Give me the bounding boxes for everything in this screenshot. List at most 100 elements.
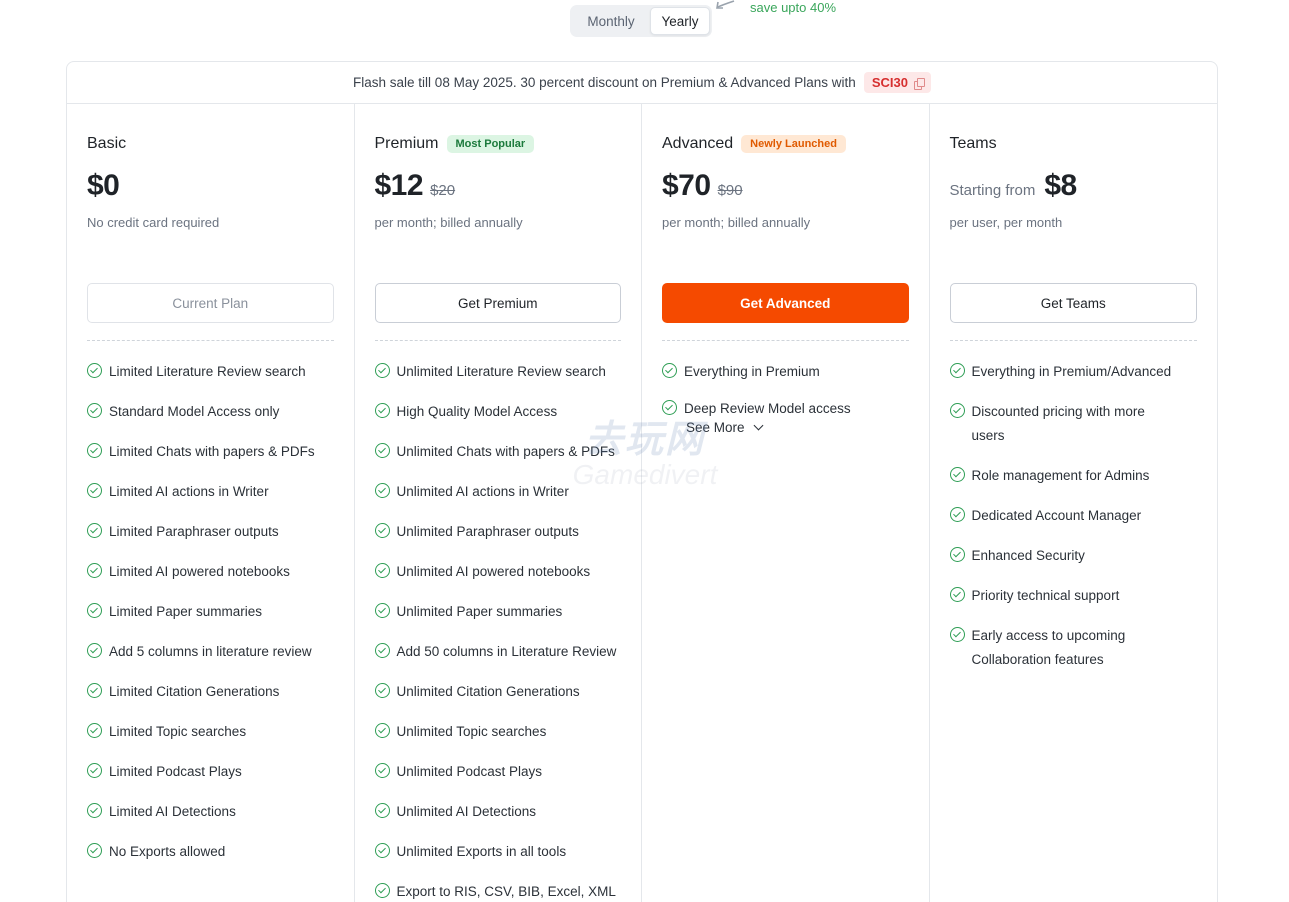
- feature-item: No Exports allowed: [87, 840, 334, 864]
- plan-note: per month; billed annually: [662, 215, 811, 230]
- chevron-down-icon: [753, 420, 763, 431]
- most-popular-badge: Most Popular: [446, 135, 535, 153]
- check-circle-icon: [374, 843, 390, 858]
- feature-item: Limited Literature Review search: [87, 360, 334, 384]
- plan-old-price: $90: [717, 182, 743, 199]
- check-circle-icon: [87, 763, 102, 778]
- check-circle-icon: [949, 363, 965, 378]
- price-prefix: Starting from: [949, 182, 1036, 199]
- divider: [374, 340, 621, 341]
- check-circle-icon: [949, 403, 965, 418]
- check-circle-icon: [374, 763, 390, 778]
- billing-monthly-option[interactable]: Monthly: [572, 7, 650, 35]
- check-circle-icon: [87, 483, 102, 498]
- see-more-button[interactable]: See More: [686, 420, 909, 435]
- feature-item: Standard Model Access only: [87, 400, 334, 424]
- save-note: save upto 40%: [750, 0, 837, 15]
- copy-icon[interactable]: [913, 77, 925, 90]
- check-circle-icon: [87, 603, 102, 618]
- check-circle-icon: [87, 523, 102, 538]
- feature-item: Unlimited Paraphraser outputs: [374, 520, 622, 544]
- feature-item: Limited Paper summaries: [87, 600, 334, 624]
- plan-note: No credit card required: [87, 215, 220, 230]
- get-teams-button[interactable]: Get Teams: [949, 283, 1197, 323]
- check-circle-icon: [374, 883, 390, 898]
- check-circle-icon: [374, 603, 390, 618]
- feature-item: Enhanced Security: [949, 544, 1198, 568]
- feature-item: Limited Podcast Plays: [87, 760, 334, 784]
- feature-item: Everything in Premium/Advanced: [949, 360, 1198, 384]
- check-circle-icon: [374, 643, 390, 658]
- check-circle-icon: [87, 563, 102, 578]
- feature-item: High Quality Model Access: [374, 400, 622, 424]
- check-circle-icon: [87, 723, 102, 738]
- check-circle-icon: [949, 627, 965, 642]
- check-circle-icon: [949, 467, 965, 482]
- feature-item: Limited Topic searches: [87, 720, 334, 744]
- check-circle-icon: [87, 803, 102, 818]
- check-circle-icon: [87, 683, 102, 698]
- plan-card-basic: Basic $0 No credit card required Current…: [67, 104, 355, 902]
- divider: [87, 340, 334, 341]
- feature-item: Priority technical support: [949, 584, 1198, 608]
- coupon-code[interactable]: SCI30: [863, 72, 931, 93]
- plan-card-teams: Teams Starting from $8 per user, per mon…: [930, 104, 1218, 902]
- check-circle-icon: [374, 443, 390, 458]
- plan-name: Teams: [949, 135, 997, 152]
- feature-item: Limited AI actions in Writer: [87, 480, 334, 504]
- divider: [949, 340, 1197, 341]
- billing-yearly-option[interactable]: Yearly: [650, 7, 710, 35]
- get-advanced-button[interactable]: Get Advanced: [662, 283, 909, 323]
- feature-item: Limited Citation Generations: [87, 680, 334, 704]
- feature-item: Unlimited Topic searches: [374, 720, 622, 744]
- pricing-panel: Flash sale till 08 May 2025. 30 percent …: [66, 61, 1218, 902]
- feature-item: Unlimited AI actions in Writer: [374, 480, 622, 504]
- check-circle-icon: [374, 403, 390, 418]
- feature-item: Unlimited AI powered notebooks: [374, 560, 622, 584]
- flash-sale-banner: Flash sale till 08 May 2025. 30 percent …: [67, 62, 1217, 104]
- check-circle-icon: [87, 403, 102, 418]
- feature-item: Unlimited Podcast Plays: [374, 760, 622, 784]
- plan-card-premium: Premium Most Popular $12 $20 per month; …: [355, 104, 642, 902]
- check-circle-icon: [87, 363, 102, 378]
- plan-name: Advanced: [662, 135, 734, 152]
- check-circle-icon: [87, 443, 102, 458]
- feature-item: Limited AI Detections: [87, 800, 334, 824]
- curved-arrow-icon: [716, 0, 735, 9]
- feature-list: Everything in Premium/Advanced Discounte…: [949, 360, 1198, 672]
- check-circle-icon: [374, 363, 390, 378]
- plan-note: per user, per month: [949, 215, 1063, 230]
- feature-item: Early access to upcoming Collaboration f…: [949, 624, 1198, 672]
- check-circle-icon: [87, 843, 102, 858]
- feature-item: Unlimited AI Detections: [374, 800, 622, 824]
- feature-item: Everything in Premium: [662, 360, 909, 384]
- check-circle-icon: [662, 400, 677, 415]
- feature-item: Role management for Admins: [949, 464, 1198, 488]
- feature-list: Everything in Premium Deep Review Model …: [662, 360, 909, 421]
- check-circle-icon: [374, 563, 390, 578]
- feature-item: Unlimited Citation Generations: [374, 680, 622, 704]
- feature-item: Unlimited Literature Review search: [374, 360, 622, 384]
- flash-sale-text: Flash sale till 08 May 2025. 30 percent …: [353, 75, 856, 90]
- plan-price: $8: [1044, 169, 1077, 202]
- feature-list: Unlimited Literature Review search High …: [374, 360, 622, 902]
- feature-item: Limited AI powered notebooks: [87, 560, 334, 584]
- check-circle-icon: [374, 803, 390, 818]
- feature-item: Limited Paraphraser outputs: [87, 520, 334, 544]
- feature-item: Export to RIS, CSV, BIB, Excel, XML: [374, 880, 622, 902]
- feature-item: Add 5 columns in literature review: [87, 640, 334, 664]
- feature-item: Unlimited Paper summaries: [374, 600, 622, 624]
- plan-name: Basic: [87, 135, 127, 152]
- billing-toggle[interactable]: Monthly Yearly: [570, 5, 712, 37]
- see-more-label: See More: [686, 420, 745, 435]
- feature-item: Limited Chats with papers & PDFs: [87, 440, 334, 464]
- current-plan-button[interactable]: Current Plan: [87, 283, 334, 323]
- plan-note: per month; billed annually: [374, 215, 523, 230]
- feature-list: Limited Literature Review search Standar…: [87, 360, 334, 864]
- plan-old-price: $20: [430, 182, 456, 199]
- check-circle-icon: [374, 683, 390, 698]
- get-premium-button[interactable]: Get Premium: [374, 283, 621, 323]
- coupon-code-label: SCI30: [871, 75, 908, 90]
- plan-price: $12: [374, 169, 424, 202]
- check-circle-icon: [949, 547, 965, 562]
